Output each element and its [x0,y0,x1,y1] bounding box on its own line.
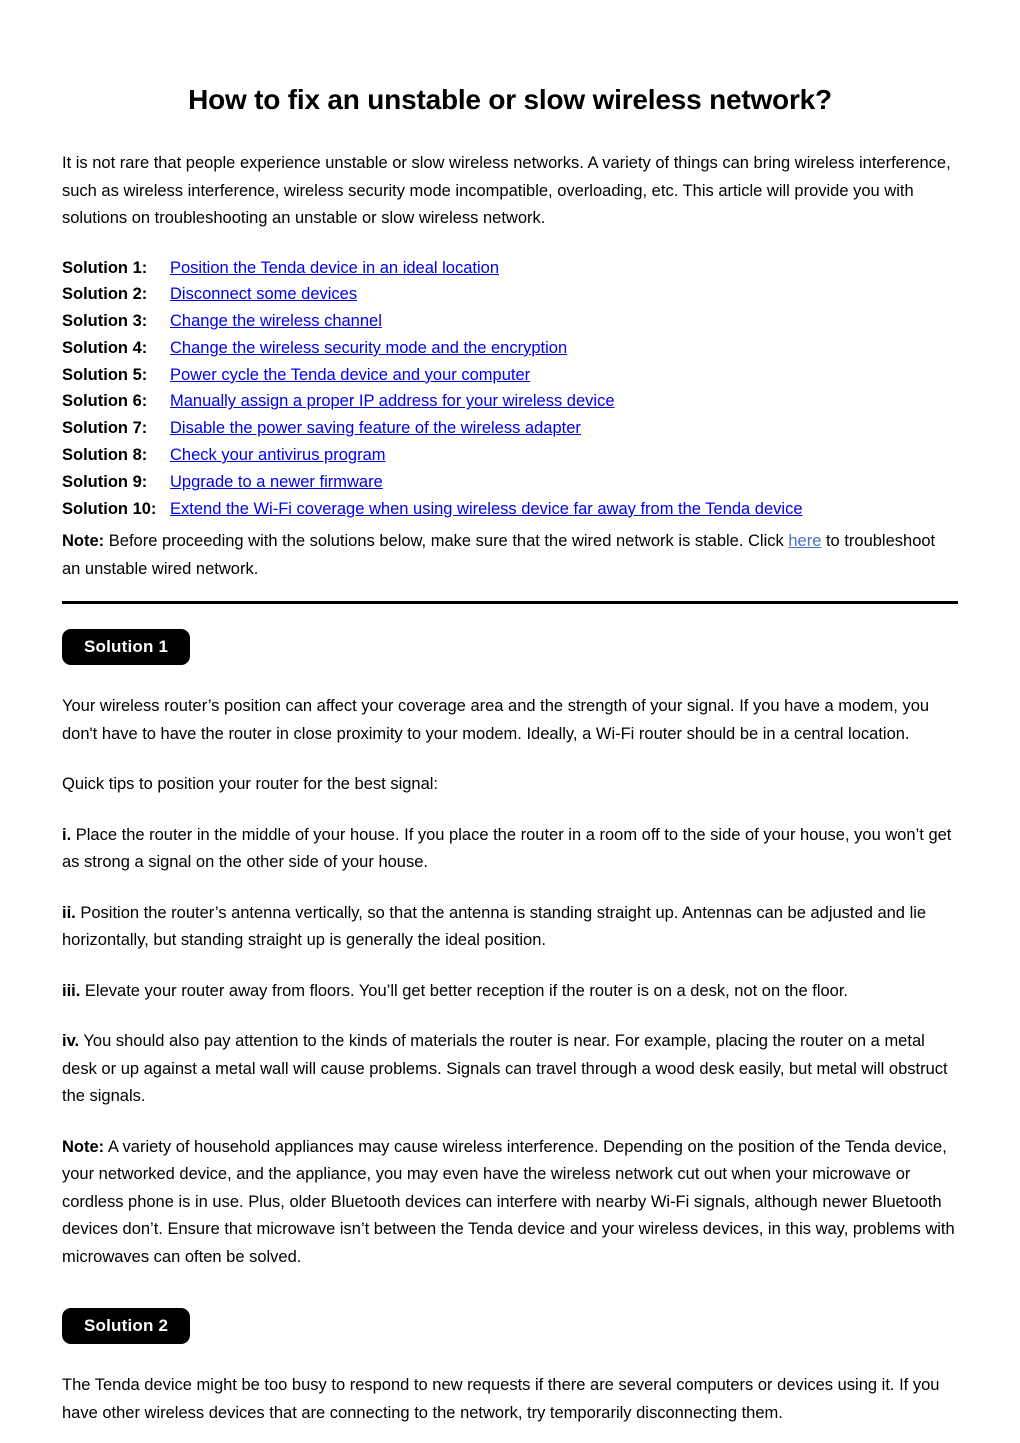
solution-2-paragraph-1: The Tenda device might be too busy to re… [62,1376,940,1422]
solution-index-row: Solution 4: Change the wireless security… [62,335,958,362]
step-marker-iv: iv. [62,1032,80,1051]
solution-index-label: Solution 3: [62,312,148,331]
intro-paragraph: It is not rare that people experience un… [62,154,951,227]
solution-index-label: Solution 6: [62,392,148,411]
solution-index-row: Solution 1: Position the Tenda device in… [62,255,958,282]
solution-1-paragraph-2: Quick tips to position your router for t… [62,775,439,794]
solution-index-label: Solution 5: [62,365,148,384]
solution-index-row: Solution 9: Upgrade to a newer firmware [62,469,958,496]
solution-index-label: Solution 9: [62,472,148,491]
solution-index-link-4[interactable]: Change the wireless security mode and th… [170,335,567,362]
section-divider [62,601,958,605]
document-page: How to fix an unstable or slow wireless … [0,0,1020,1443]
solution-1-step-ii: ii. Position the router’s antenna vertic… [62,877,958,955]
solution-index-link-10[interactable]: Extend the Wi-Fi coverage when using wir… [170,496,803,523]
step-marker-ii: ii. [62,903,76,922]
solution-1-note-text: A variety of household appliances may ca… [62,1137,955,1266]
index-note: Note: Before proceeding with the solutio… [62,522,958,583]
solution-index-label: Solution 8: [62,446,148,465]
solution-1-step-i: i. Place the router in the middle of you… [62,799,958,877]
solution-1-badge: Solution 1 [62,629,191,666]
step-marker-iii: iii. [62,981,81,1000]
step-text-iv: You should also pay attention to the kin… [62,1032,948,1106]
solution-index-row: Solution 2: Disconnect some devices [62,281,958,308]
step-marker-i: i. [62,825,72,844]
solution-1-step-iv: iv. You should also pay attention to the… [62,1005,958,1111]
solution-index-row: Solution 5: Power cycle the Tenda device… [62,362,958,389]
index-note-lead: Note: [62,532,105,551]
solution-index-row: Solution 8: Check your antivirus program [62,442,958,469]
solution-index-link-6[interactable]: Manually assign a proper IP address for … [170,388,615,415]
solution-index-label: Solution 7: [62,419,148,438]
solution-index-link-2[interactable]: Disconnect some devices [170,281,357,308]
solution-1-paragraph-1: Your wireless router’s position can affe… [62,697,930,743]
solution-index-label: Solution 1: [62,258,148,277]
index-note-text-before: Before proceeding with the solutions bel… [104,532,789,551]
solution-1-note-lead: Note: [62,1137,105,1156]
page-title: How to fix an unstable or slow wireless … [188,84,832,115]
solution-index-link-3[interactable]: Change the wireless channel [170,308,382,335]
solution-index-row: Solution 6: Manually assign a proper IP … [62,388,958,415]
solution-1-step-iii: iii. Elevate your router away from floor… [62,955,958,1006]
step-text-i: Place the router in the middle of your h… [62,825,952,872]
solution-index-label: Solution 10: [62,499,157,518]
solution-index-link-1[interactable]: Position the Tenda device in an ideal lo… [170,255,499,282]
solution-index-label: Solution 4: [62,338,148,357]
solutions-index-list: Solution 1: Position the Tenda device in… [62,233,958,523]
here-link[interactable]: here [788,532,821,550]
solution-index-label: Solution 2: [62,285,148,304]
solution-index-link-7[interactable]: Disable the power saving feature of the … [170,415,581,442]
step-text-iii: Elevate your router away from floors. Yo… [80,981,849,1000]
solution-index-row: Solution 10: Extend the Wi-Fi coverage w… [62,496,958,523]
solution-index-link-8[interactable]: Check your antivirus program [170,442,386,469]
solution-2-badge: Solution 2 [62,1308,191,1345]
solution-index-link-9[interactable]: Upgrade to a newer firmware [170,469,383,496]
step-text-ii: Position the router’s antenna vertically… [62,903,927,950]
solution-index-row: Solution 3: Change the wireless channel [62,308,958,335]
solution-index-link-5[interactable]: Power cycle the Tenda device and your co… [170,362,530,389]
solution-index-row: Solution 7: Disable the power saving fea… [62,415,958,442]
solution-1-note: Note: A variety of household appliances … [62,1111,958,1272]
